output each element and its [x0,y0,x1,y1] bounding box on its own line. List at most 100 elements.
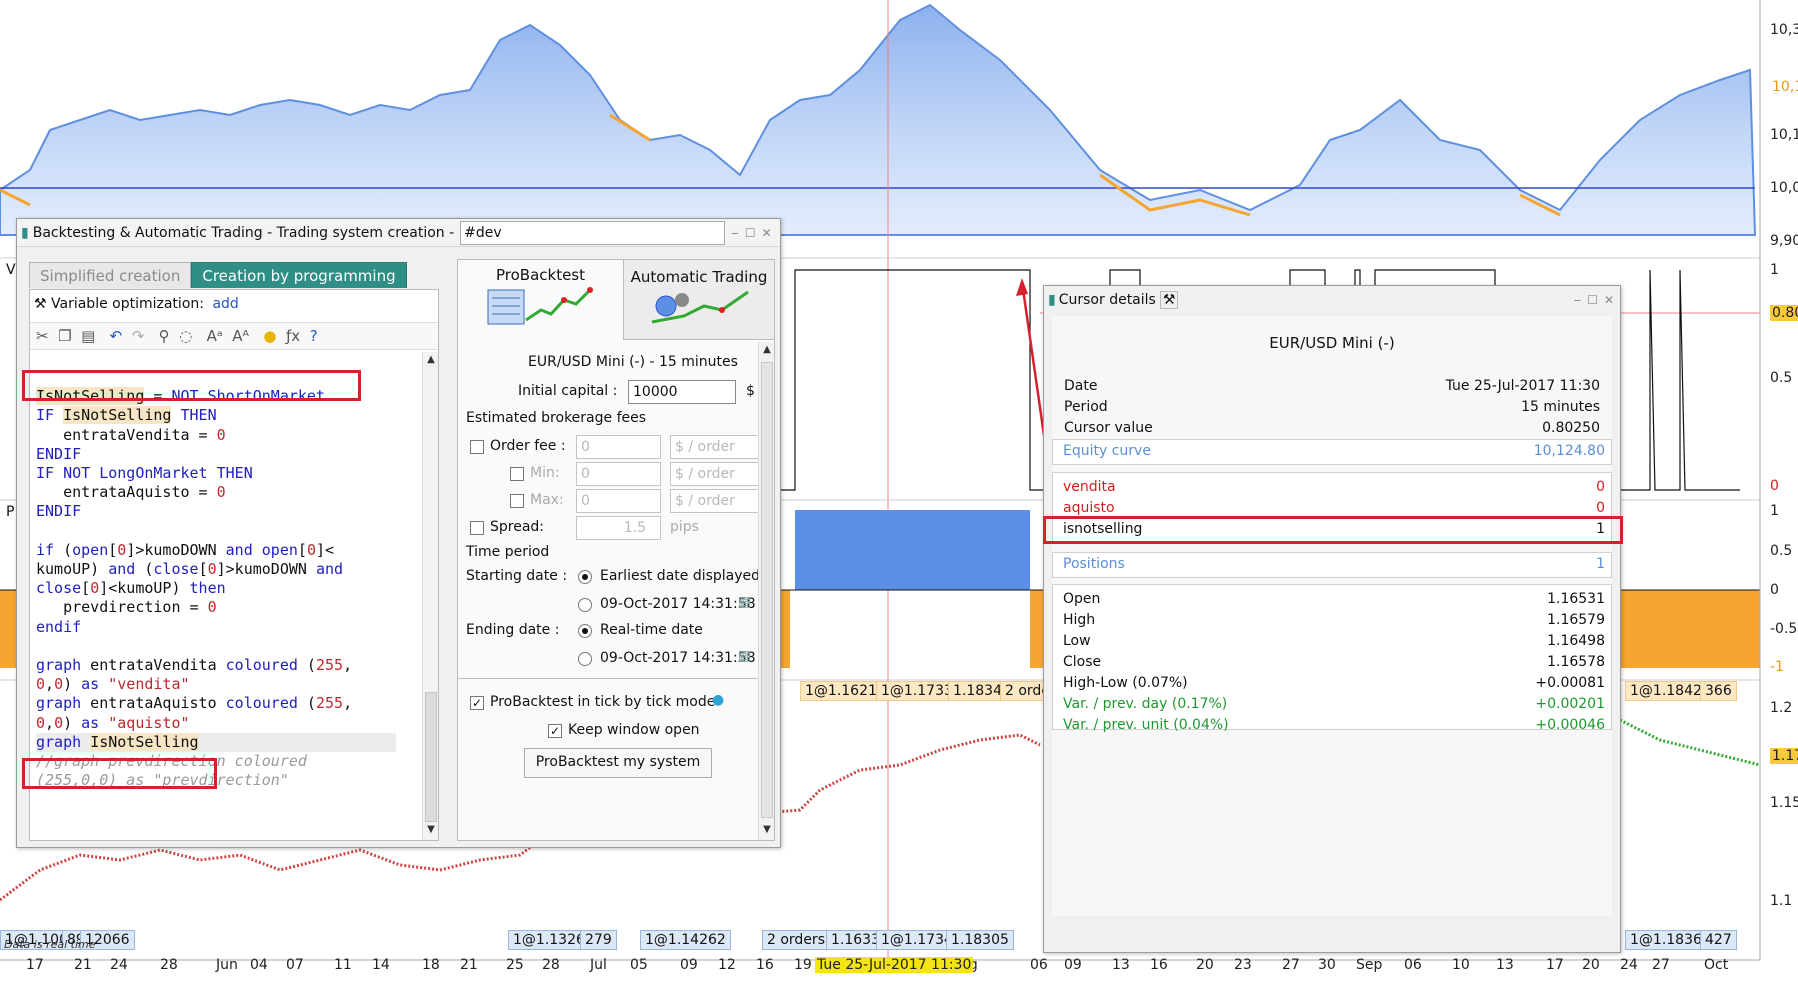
time-axis-label: 23 [1234,957,1252,973]
backtest-titlebar[interactable]: ▮ Backtesting & Automatic Trading - Trad… [17,219,780,247]
lightbulb-icon[interactable]: ● [263,327,276,345]
time-axis-label: Oct [1704,957,1729,973]
help-icon[interactable]: ? [310,327,318,345]
scroll-up-icon[interactable]: ▲ [423,352,439,368]
code-line: IF NOT LongOnMarket THEN [36,464,253,483]
time-axis-label: Jun [216,957,238,973]
order-badge[interactable]: 1@1.14262 [640,930,731,950]
max-fee-input[interactable]: 0 [576,489,661,513]
min-fee-input[interactable]: 0 [576,462,661,486]
vendita-row[interactable]: vendita 0 [1063,479,1605,497]
tick-mode-checkbox[interactable]: ✓ [470,696,484,710]
time-axis-label: 20 [1582,957,1600,973]
order-badge[interactable]: 427 [1700,930,1737,950]
lower-axis-label: 1.15 [1770,795,1798,811]
paste-icon[interactable]: ▤ [81,327,95,345]
function-icon[interactable]: ƒx [286,327,300,345]
tab-automatic-trading[interactable]: Automatic Trading [624,260,774,340]
time-axis-label: Sep [1356,957,1383,973]
close-icon[interactable]: ✕ [1604,293,1614,307]
code-scrollbar[interactable]: ▲ ▼ [422,352,438,840]
wrench-icon[interactable]: ⚒ [34,296,47,312]
tab-automatic-trading-label: Automatic Trading [630,268,768,286]
time-axis-label: 09 [680,957,698,973]
close-icon[interactable]: ✕ [762,226,772,240]
order-fee-input[interactable]: 0 [576,435,661,459]
order-fee-checkbox[interactable] [470,440,484,454]
redo-icon[interactable]: ↷ [132,327,145,345]
time-axis-label: 25 [506,957,524,973]
maximize-icon[interactable]: ☐ [1587,293,1598,307]
initial-capital-input[interactable]: 10000 [628,380,736,404]
spread-label: Spread: [490,519,545,535]
panel-scrollbar[interactable]: ▲ ▼ [758,342,774,840]
time-axis-label: 12 [718,957,736,973]
order-badge[interactable]: 2 orders [762,930,830,950]
variable-optimization-add-link[interactable]: add [212,296,238,312]
scroll-thumb[interactable] [761,362,773,818]
probacktest-icon [487,287,593,325]
minimize-icon[interactable]: ‒ [1574,293,1582,307]
code-line: IF IsNotSelling THEN [36,406,217,425]
time-axis-label: Jul [590,957,607,973]
starting-date-label: Starting date : [466,568,568,584]
probacktest-run-button[interactable]: ProBacktest my system [524,748,712,778]
scroll-thumb[interactable] [425,692,437,822]
search-icon[interactable]: ⚲ [159,327,170,345]
realtime-label: Data is real time [4,938,96,951]
font-decrease-icon[interactable]: Aᵃ [207,327,223,345]
spread-input[interactable]: 1.5 [576,516,661,540]
system-name-field[interactable]: #dev [460,220,726,245]
info-bubble-icon[interactable]: ● [712,692,724,708]
min-fee-unit-select[interactable]: $ / order [670,462,758,486]
cursor-details-window[interactable]: ▮ Cursor details ⚒ ‒ ☐ ✕ EUR/USD Mini (-… [1043,285,1623,953]
scroll-up-icon[interactable]: ▲ [759,342,775,358]
earliest-date-radio[interactable] [578,570,592,584]
font-increase-icon[interactable]: Aᴬ [232,327,249,345]
indicator-axis-label: 1 [1770,262,1779,278]
code-line: graph entrataAquisto coloured (255, [36,694,353,713]
cursor-period-row: Period 15 minutes [1064,399,1600,415]
fees-label: Estimated brokerage fees [466,410,647,426]
calendar-icon[interactable]: ▦ [738,594,751,610]
wrench-icon[interactable]: ⚒ [1159,291,1179,309]
undo-icon[interactable]: ↶ [110,327,123,345]
start-date-radio[interactable] [578,598,592,612]
high-row: High 1.16579 [1063,612,1605,628]
highlight-box [22,370,361,401]
price-axis-label: 10,00 [1770,180,1798,196]
order-fee-unit-select[interactable]: $ / order [670,435,758,459]
keep-open-checkbox[interactable]: ✓ [548,724,562,738]
minimize-icon[interactable]: ‒ [731,226,739,240]
end-date-radio[interactable] [578,652,592,666]
copy-icon[interactable]: ❐ [58,327,71,345]
comment-icon[interactable]: ◌ [179,327,192,345]
scroll-down-icon[interactable]: ▼ [423,822,439,838]
order-badge[interactable]: 1.18305 [946,930,1014,950]
order-badge[interactable]: 366 [1700,681,1737,701]
equity-curve-row[interactable]: Equity curve 10,124.80 [1052,439,1612,465]
tab-probacktest[interactable]: ProBacktest [458,260,624,340]
tab-simplified-creation[interactable]: Simplified creation [29,262,192,288]
time-axis-label: 16 [1150,957,1168,973]
max-fee-checkbox[interactable] [510,494,524,508]
calendar-icon[interactable]: ▦ [738,648,751,664]
backtest-window[interactable]: ▮ Backtesting & Automatic Trading - Trad… [16,218,781,848]
min-fee-checkbox[interactable] [510,467,524,481]
tick-mode-label: ProBacktest in tick by tick mode [490,694,716,710]
positions-row[interactable]: Positions 1 [1052,552,1612,578]
cursor-details-titlebar[interactable]: ▮ Cursor details ⚒ ‒ ☐ ✕ [1044,286,1620,314]
high-low-row: High-Low (0.07%) +0.00081 [1063,675,1605,691]
max-fee-unit-select[interactable]: $ / order [670,489,758,513]
maximize-icon[interactable]: ☐ [745,226,756,240]
realtime-date-radio[interactable] [578,624,592,638]
position-axis-label: -1 [1770,659,1784,675]
order-badge[interactable]: 279 [580,930,617,950]
scroll-down-icon[interactable]: ▼ [759,822,775,838]
code-line: endif [36,617,82,636]
tab-creation-by-programming[interactable]: Creation by programming [191,262,407,288]
cursor-instrument: EUR/USD Mini (-) [1269,334,1395,352]
spread-checkbox[interactable] [470,521,484,535]
cut-icon[interactable]: ✂ [36,327,49,345]
instrument-label: EUR/USD Mini (-) - 15 minutes [528,354,738,370]
